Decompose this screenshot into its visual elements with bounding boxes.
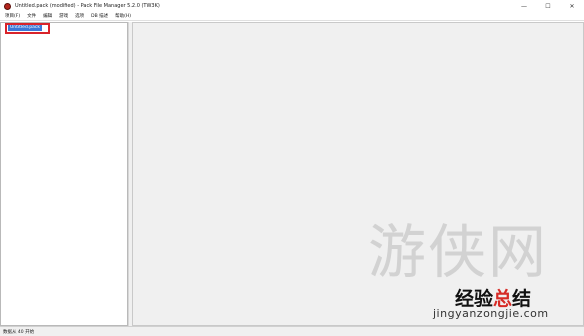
menu-help[interactable]: 帮助(H) xyxy=(115,13,131,19)
status-text: 数据从 40 开始 xyxy=(3,329,35,335)
maximize-button[interactable]: ☐ xyxy=(536,0,560,12)
pack-tree-pane[interactable]: Untitled.pack xyxy=(0,22,128,326)
app-icon xyxy=(4,2,11,10)
watermark-url: jingyanzongjie.com xyxy=(433,307,549,320)
annotation-highlight-box xyxy=(5,23,50,34)
window-controls: — ☐ ✕ xyxy=(512,0,584,12)
window-title: Untitled.pack (modified) - Pack File Man… xyxy=(15,3,160,9)
menu-db-descriptions[interactable]: DB 描述 xyxy=(91,13,108,19)
menu-project[interactable]: 项目(F) xyxy=(5,13,20,19)
menu-options[interactable]: 选项 xyxy=(75,13,84,19)
close-button[interactable]: ✕ xyxy=(560,0,584,12)
menu-bar: 项目(F) 文件 编辑 游戏 选项 DB 描述 帮助(H) xyxy=(0,12,584,21)
menu-files[interactable]: 文件 xyxy=(27,13,36,19)
menu-edit[interactable]: 编辑 xyxy=(43,13,52,19)
status-bar: 数据从 40 开始 xyxy=(0,326,584,336)
minimize-button[interactable]: — xyxy=(512,0,536,12)
watermark-glyphs: 游侠网 xyxy=(368,218,549,286)
menu-game[interactable]: 游戏 xyxy=(59,13,68,19)
title-bar: Untitled.pack (modified) - Pack File Man… xyxy=(0,0,584,12)
